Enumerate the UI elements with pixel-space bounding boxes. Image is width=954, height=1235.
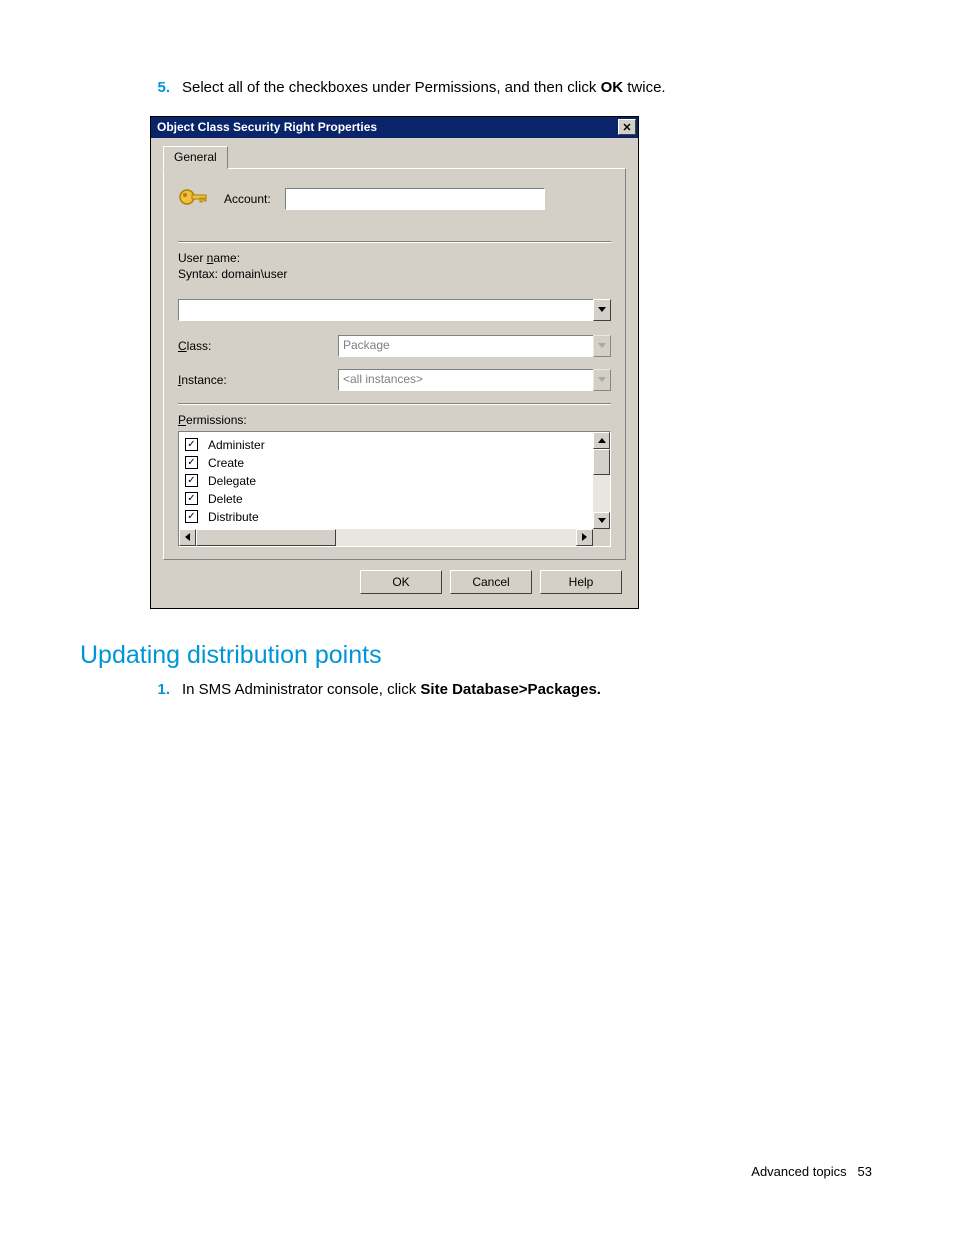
step-5: 5. Select all of the checkboxes under Pe…	[150, 78, 874, 98]
cancel-button[interactable]: Cancel	[450, 570, 532, 594]
instance-value: <all instances>	[338, 369, 593, 391]
syntax-hint: Syntax: domain\user	[178, 267, 611, 281]
security-properties-dialog: Object Class Security Right Properties ✕…	[150, 116, 639, 609]
step-text: Select all of the checkboxes under Permi…	[182, 78, 874, 98]
class-value: Package	[338, 335, 593, 357]
divider	[178, 241, 611, 243]
general-panel: Account: User name: Syntax: domain\user …	[163, 168, 626, 560]
checkbox-icon[interactable]: ✓	[185, 510, 198, 523]
step-text: In SMS Administrator console, click Site…	[182, 680, 874, 700]
instance-label: Instance:	[178, 373, 338, 387]
chevron-down-icon	[598, 518, 606, 523]
help-button[interactable]: Help	[540, 570, 622, 594]
titlebar[interactable]: Object Class Security Right Properties ✕	[151, 117, 638, 138]
permission-create[interactable]: ✓ Create	[185, 454, 587, 472]
horizontal-scrollbar[interactable]	[179, 529, 610, 546]
step-number: 5.	[150, 78, 182, 98]
page-footer: Advanced topics 53	[751, 1164, 872, 1179]
scroll-thumb[interactable]	[593, 449, 610, 475]
scrollbar-corner	[593, 529, 610, 546]
scroll-left-button[interactable]	[179, 529, 196, 546]
account-input[interactable]	[285, 188, 545, 210]
permission-administer[interactable]: ✓ Administer	[185, 436, 587, 454]
scroll-right-button[interactable]	[576, 529, 593, 546]
instance-dropdown-button	[593, 369, 611, 391]
checkbox-icon[interactable]: ✓	[185, 438, 198, 451]
scroll-track[interactable]	[593, 475, 610, 512]
step-number: 1.	[150, 680, 182, 700]
key-icon	[178, 185, 210, 213]
chevron-down-icon	[598, 307, 606, 312]
chevron-down-icon	[598, 343, 606, 348]
step-1: 1. In SMS Administrator console, click S…	[150, 680, 874, 700]
username-dropdown-button[interactable]	[593, 299, 611, 321]
chevron-left-icon	[185, 533, 190, 541]
dialog-title: Object Class Security Right Properties	[157, 120, 618, 134]
instance-combo: <all instances>	[338, 369, 611, 391]
checkbox-icon[interactable]: ✓	[185, 492, 198, 505]
tab-general[interactable]: General	[163, 146, 228, 169]
account-label: Account:	[224, 192, 271, 206]
username-combo[interactable]	[178, 299, 611, 321]
scroll-up-button[interactable]	[593, 432, 610, 449]
class-combo: Package	[338, 335, 611, 357]
username-label: User name:	[178, 251, 611, 265]
vertical-scrollbar[interactable]	[593, 432, 610, 529]
permission-delete[interactable]: ✓ Delete	[185, 490, 587, 508]
chevron-down-icon	[598, 377, 606, 382]
section-heading: Updating distribution points	[80, 641, 874, 670]
scroll-down-button[interactable]	[593, 512, 610, 529]
chevron-right-icon	[582, 533, 587, 541]
close-icon: ✕	[622, 121, 631, 134]
chevron-up-icon	[598, 438, 606, 443]
ok-button[interactable]: OK	[360, 570, 442, 594]
scroll-thumb[interactable]	[196, 529, 336, 546]
scroll-track[interactable]	[336, 529, 576, 546]
class-dropdown-button	[593, 335, 611, 357]
class-label: Class:	[178, 339, 338, 353]
permission-distribute[interactable]: ✓ Distribute	[185, 508, 587, 526]
permissions-label: Permissions:	[178, 413, 611, 427]
permissions-listbox: ✓ Administer ✓ Create ✓ Delegate	[178, 431, 611, 547]
checkbox-icon[interactable]: ✓	[185, 456, 198, 469]
divider	[178, 403, 611, 405]
close-button[interactable]: ✕	[618, 119, 636, 135]
permission-delegate[interactable]: ✓ Delegate	[185, 472, 587, 490]
checkbox-icon[interactable]: ✓	[185, 474, 198, 487]
username-input[interactable]	[178, 299, 593, 321]
